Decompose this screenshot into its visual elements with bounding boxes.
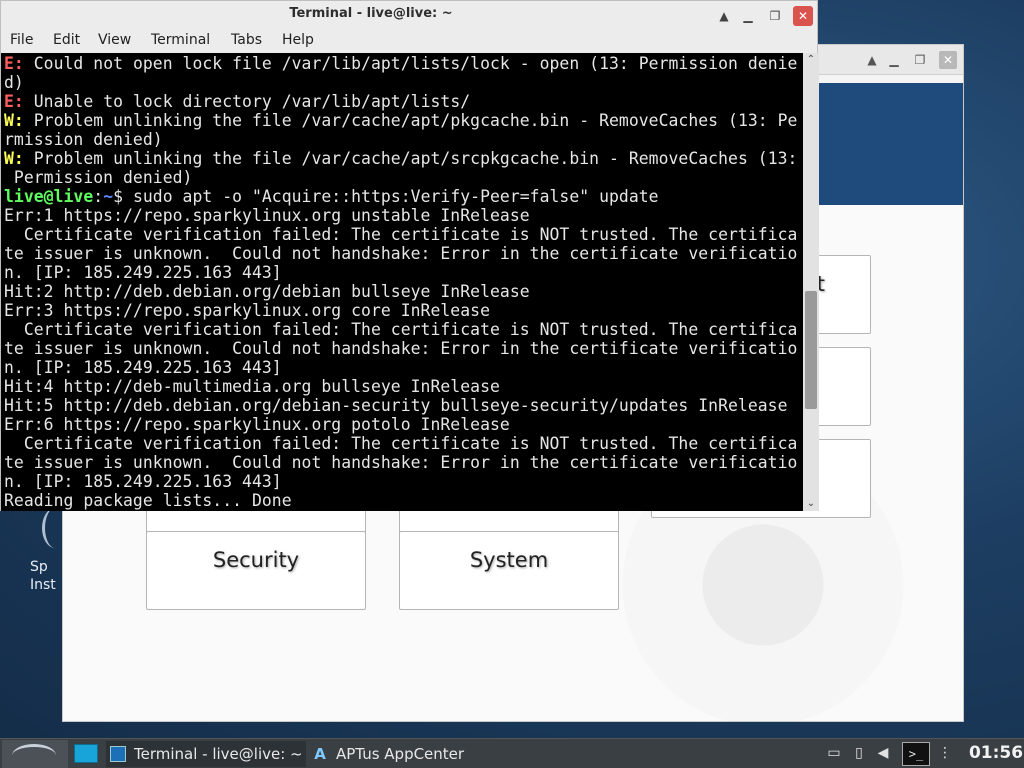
terminal-line: Certificate verification failed: The cer… [4,225,798,244]
terminal-close-icon[interactable]: ✕ [793,6,813,26]
desktop-icon-label-line1: Sp [30,559,48,575]
terminal-titlebar[interactable]: Terminal - live@live: ~ ▲ ▁ ❐ ✕ [1,1,817,29]
terminal-line: Permission denied) [4,168,193,187]
scroll-up-icon[interactable]: ⌃ [803,53,819,67]
clipboard-icon[interactable]: ▯ [851,745,867,761]
menu-file[interactable]: File [10,32,33,48]
terminal-line: W: Problem unlinking the file /var/cache… [4,149,798,168]
taskbar-item-aptus[interactable]: A APTus AppCenter [308,741,478,767]
terminal-maximize-icon[interactable]: ❐ [765,6,785,26]
clock: 01:56 [968,743,1024,763]
category-button-system[interactable]: System [399,531,619,610]
aptus-shade-icon[interactable]: ▲ [863,51,881,69]
taskbar-terminal-label: Terminal - live@live: ~ [134,745,303,763]
terminal-launcher-icon[interactable]: >_ [902,742,930,766]
desktop-icon-label-line2: Inst [30,577,56,593]
aptus-maximize-icon[interactable]: ❐ [911,51,929,69]
menu-tabs[interactable]: Tabs [231,32,262,48]
terminal-line: E: Unable to lock directory /var/lib/apt… [4,92,471,111]
taskbar-item-terminal[interactable]: Terminal - live@live: ~ [106,741,306,767]
terminal-title: Terminal - live@live: ~ [289,6,453,21]
terminal-line: n. [IP: 185.249.225.163 443] [4,263,282,282]
terminal-line: rmission denied) [4,130,163,149]
terminal-line: Reading package lists... Done [4,491,292,510]
terminal-line: te issuer is unknown. Could not handshak… [4,453,798,472]
terminal-line: live@live:~$ sudo apt -o "Acquire::https… [4,187,659,206]
display-icon[interactable]: ▭ [826,745,842,761]
terminal-line: n. [IP: 185.249.225.163 443] [4,472,282,491]
terminal-line: Hit:2 http://deb.debian.org/debian bulls… [4,282,530,301]
category-label-security: Security [212,548,300,572]
menu-help[interactable]: Help [282,32,314,48]
terminal-output[interactable]: E: Could not open lock file /var/lib/apt… [1,53,803,511]
scrollbar-thumb[interactable] [805,291,817,409]
menu-view[interactable]: View [98,32,131,48]
terminal-window: Terminal - live@live: ~ ▲ ▁ ❐ ✕ File Edi… [0,0,819,511]
terminal-line: d) [4,73,24,92]
terminal-line: te issuer is unknown. Could not handshak… [4,339,798,358]
terminal-line: Hit:4 http://deb-multimedia.org bullseye… [4,377,500,396]
terminal-line: Err:6 https://repo.sparkylinux.org potol… [4,415,510,434]
terminal-menubar: File Edit View Terminal Tabs Help [1,29,817,53]
terminal-line: n. [IP: 185.249.225.163 443] [4,358,282,377]
terminal-line: Err:3 https://repo.sparkylinux.org core … [4,301,490,320]
network-icon[interactable]: ⋮ [937,745,953,761]
terminal-line: Certificate verification failed: The cer… [4,434,798,453]
terminal-text: E: Could not open lock file /var/lib/apt… [4,54,797,510]
taskbar-aptus-label: APTus AppCenter [336,745,465,763]
terminal-minimize-icon[interactable]: ▁ [738,6,758,26]
terminal-line: W: Problem unlinking the file /var/cache… [4,111,798,130]
category-button-security[interactable]: Security [146,531,366,610]
terminal-line: te issuer is unknown. Could not handshak… [4,244,798,263]
menu-terminal[interactable]: Terminal [151,32,210,48]
category-label-system: System [469,548,549,572]
terminal-shade-icon[interactable]: ▲ [714,6,734,26]
scroll-down-icon[interactable]: ⌄ [803,497,819,511]
aptus-icon: A [314,744,326,763]
terminal-icon [110,745,126,762]
start-menu-button[interactable] [2,740,68,768]
terminal-line: Certificate verification failed: The cer… [4,320,798,339]
aptus-close-icon[interactable]: ✕ [939,51,957,69]
terminal-line: Hit:5 http://deb.debian.org/debian-secur… [4,396,788,415]
terminal-scrollbar[interactable]: ⌃ ⌄ [803,53,819,511]
menu-edit[interactable]: Edit [53,32,80,48]
terminal-line: Err:1 https://repo.sparkylinux.org unsta… [4,206,530,225]
volume-icon[interactable]: ◀ [875,745,891,761]
show-desktop-icon[interactable] [74,744,98,763]
aptus-minimize-icon[interactable]: ▁ [885,51,903,69]
terminal-line: E: Could not open lock file /var/lib/apt… [4,54,798,73]
taskbar: Terminal - live@live: ~ A APTus AppCenter… [0,738,1024,768]
